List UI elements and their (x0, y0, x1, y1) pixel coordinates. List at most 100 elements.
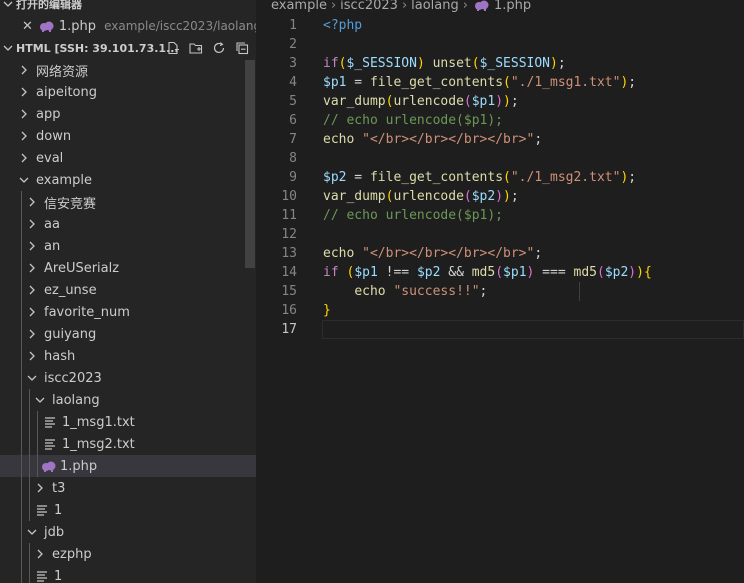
tree-folder-item[interactable]: iscc2023 (0, 367, 256, 389)
code-token: ; (534, 132, 543, 147)
code-line[interactable]: 13 echo "</br></br></br></br>"; (256, 244, 744, 263)
tree-folder-item[interactable]: an (0, 235, 256, 257)
new-folder-icon[interactable] (188, 40, 204, 56)
text-file-icon (34, 568, 50, 583)
tree-folder-item[interactable]: jdb (0, 521, 256, 543)
code-line[interactable]: 7 echo "</br></br></br></br>"; (256, 130, 744, 149)
line-number: 4 (289, 75, 297, 90)
tree-folder-item[interactable]: app (0, 103, 256, 125)
tree-file-item[interactable]: 1 (0, 499, 256, 521)
code-token: ( (503, 170, 511, 185)
tree-folder-item[interactable]: laolang (0, 389, 256, 411)
tree-folder-item[interactable]: aipeitong (0, 81, 256, 103)
tree-item-label: aipeitong (36, 84, 97, 100)
breadcrumb-item[interactable]: example (271, 0, 327, 13)
tree-file-item[interactable]: 1_msg2.txt (0, 433, 256, 455)
chevron-right-icon (16, 106, 32, 122)
code-token: "./1_msg1.txt" (510, 75, 621, 90)
open-editors-title: 打开的编辑器 (16, 0, 82, 11)
tree-indent-guide (29, 389, 30, 521)
code-line[interactable]: 15 echo "success!!"; (256, 282, 744, 301)
tree-file-item[interactable]: 1_msg1.txt (0, 411, 256, 433)
new-file-icon[interactable] (165, 40, 181, 56)
tree-folder-item[interactable]: AreUSerialz (0, 257, 256, 279)
code-token: if (323, 265, 339, 280)
tree-folder-item[interactable]: ez_unse (0, 279, 256, 301)
tree-item-label: 1.php (60, 458, 98, 474)
code-token: urlencode (393, 189, 464, 204)
open-editors-header[interactable]: 打开的编辑器 (0, 0, 256, 15)
code-token: $p2 (604, 265, 629, 280)
open-editor-item[interactable]: ✕ 1.php example/iscc2023/laolang (0, 15, 256, 37)
tree-folder-item[interactable]: 信安竞赛 (0, 191, 256, 213)
code-line[interactable]: 6 // echo urlencode($p1); (256, 111, 744, 130)
line-number: 7 (289, 132, 297, 147)
refresh-icon[interactable] (211, 40, 227, 56)
code-line[interactable]: 4 $p1 = file_get_contents("./1_msg1.txt")… (256, 73, 744, 92)
tree-item-label: 1_msg2.txt (62, 436, 135, 452)
code-line[interactable]: 3 if($_SESSION) unset($_SESSION); (256, 54, 744, 73)
tree-file-item[interactable]: 1.php (0, 455, 256, 477)
code-token: var_dump (323, 94, 386, 109)
line-number: 12 (281, 227, 297, 242)
tree-folder-item[interactable]: aa (0, 213, 256, 235)
code-token: ; (479, 284, 488, 299)
tree-file-item[interactable]: 1 (0, 565, 256, 583)
close-icon[interactable]: ✕ (22, 19, 33, 34)
code-text: $p2 = file_get_contents("./1_msg2.txt"); (323, 168, 636, 187)
tree-folder-item[interactable]: example (0, 169, 256, 191)
tree-item-label: 信安竞赛 (44, 196, 97, 212)
chevron-right-icon (16, 84, 32, 100)
tree-folder-item[interactable]: down (0, 125, 256, 147)
code-token: } (323, 303, 331, 318)
tree-folder-item[interactable]: guiyang (0, 323, 256, 345)
code-text: <?php (323, 16, 362, 35)
code-line[interactable]: 5 var_dump(urlencode($p1)); (256, 92, 744, 111)
tree-folder-item[interactable]: ezphp (0, 543, 256, 565)
code-line[interactable]: 14 if ($p1 !== $p2 && md5($p1) === md5($p… (256, 263, 744, 282)
chevron-right-icon (24, 194, 40, 210)
tree-folder-item[interactable]: favorite_num (0, 301, 256, 323)
code-token: { (643, 265, 652, 280)
breadcrumb-item[interactable]: iscc2023 (340, 0, 398, 13)
code-token: === (534, 265, 574, 280)
code-token: $_SESSION (479, 56, 551, 71)
code-token: ( (495, 265, 504, 280)
code-line[interactable]: 9 $p2 = file_get_contents("./1_msg2.txt")… (256, 168, 744, 187)
line-number: 14 (281, 265, 297, 280)
code-line[interactable]: 17 (256, 320, 744, 339)
collapse-all-icon[interactable] (234, 40, 250, 56)
code-line[interactable]: 16} (256, 301, 744, 320)
code-line[interactable]: 2 (256, 35, 744, 54)
code-line[interactable]: 11 // echo urlencode($p1); (256, 206, 744, 225)
code-token: ; (534, 246, 543, 261)
workspace-header[interactable]: HTML [SSH: 39.101.73.1... (0, 37, 256, 59)
code-token: ) (503, 189, 511, 204)
code-editor[interactable]: example › iscc2023 › laolang › 1.php 1 <?… (256, 0, 744, 583)
code-token: echo (323, 246, 355, 261)
line-number: 5 (289, 94, 297, 109)
code-token: $p2 (471, 189, 496, 204)
breadcrumb-item[interactable]: laolang (411, 0, 459, 13)
code-line[interactable]: 1 <?php (256, 16, 744, 35)
code-line[interactable]: 12 (256, 225, 744, 244)
line-number: 2 (289, 37, 297, 52)
code-text: var_dump(urlencode($p2)); (323, 187, 519, 206)
sidebar-scrollbar[interactable] (245, 60, 255, 268)
code-token: ( (503, 75, 511, 90)
chevron-down-icon (24, 370, 40, 386)
code-token: // echo urlencode($p1); (323, 113, 504, 128)
breadcrumb-item[interactable]: 1.php (494, 0, 531, 13)
code-line[interactable]: 8 (256, 149, 744, 168)
code-line[interactable]: 10 var_dump(urlencode($p2)); (256, 187, 744, 206)
tree-folder-item[interactable]: 网络资源 (0, 59, 256, 81)
code-token: $_SESSION (346, 56, 417, 71)
code-text: if ($p1 !== $p2 && md5($p1) === md5($p2)… (323, 263, 652, 282)
tree-folder-item[interactable]: t3 (0, 477, 256, 499)
tree-folder-item[interactable]: eval (0, 147, 256, 169)
code-token: var_dump (323, 189, 386, 204)
open-editor-name: 1.php (58, 18, 97, 34)
tree-item-label: 1 (54, 502, 63, 518)
chevron-right-icon (24, 282, 40, 298)
tree-folder-item[interactable]: hash (0, 345, 256, 367)
